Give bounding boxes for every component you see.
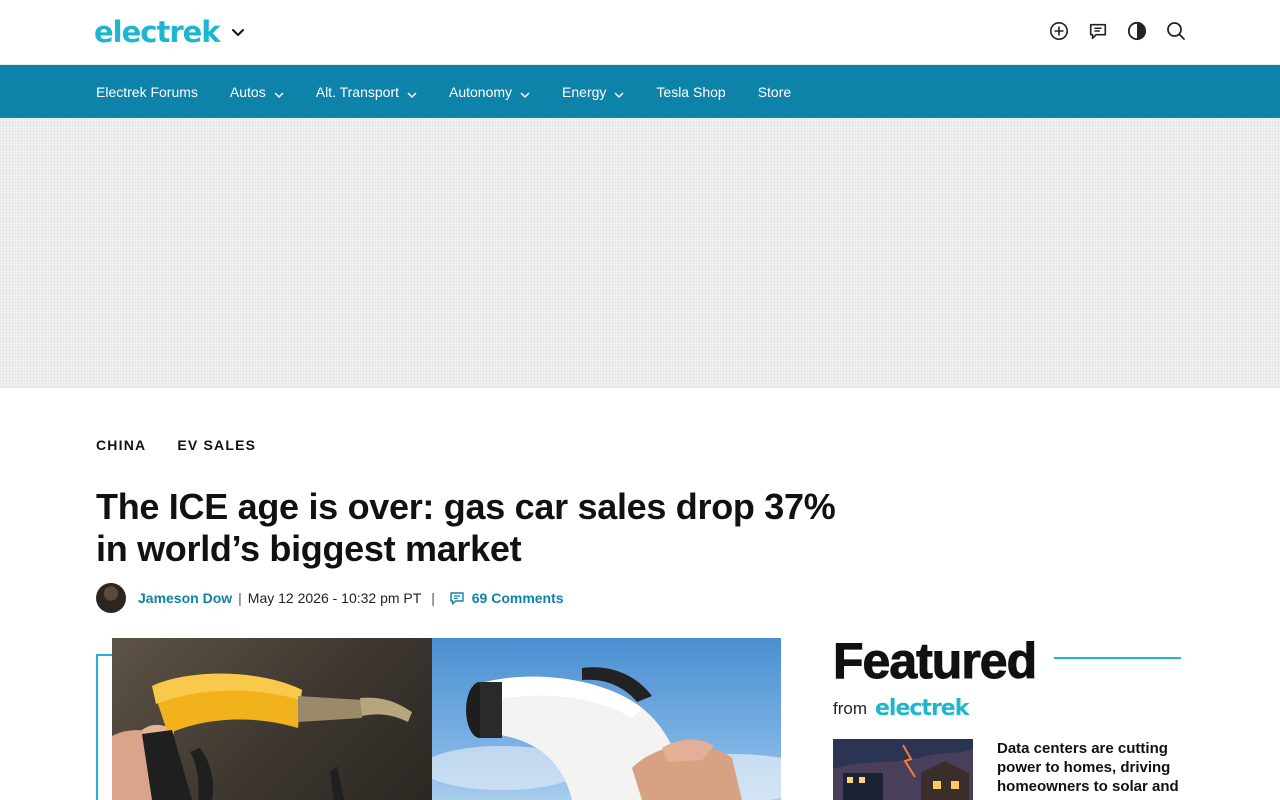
main-nav: Electrek Forums Autos Alt. Transport Aut… xyxy=(0,65,1280,118)
ev-charger-plug-image xyxy=(422,638,781,800)
comments-link[interactable]: 69 Comments xyxy=(449,590,564,606)
featured-heading: Featured xyxy=(832,633,1037,690)
nav-item-electrek-forums[interactable]: Electrek Forums xyxy=(96,65,198,118)
header-actions xyxy=(1049,20,1186,42)
nav-item-tesla-shop[interactable]: Tesla Shop xyxy=(656,65,725,118)
article-tags: CHINA EV SALES xyxy=(96,437,256,453)
featured-divider xyxy=(1054,657,1181,659)
hero-image[interactable] xyxy=(112,638,781,800)
author-avatar[interactable] xyxy=(96,583,126,613)
featured-article-title[interactable]: Data centers are cutting power to homes,… xyxy=(997,739,1187,796)
author-link[interactable]: Jameson Dow xyxy=(138,590,232,606)
byline-separator: | xyxy=(427,590,439,606)
nav-item-autos[interactable]: Autos xyxy=(230,65,284,118)
tag-china[interactable]: CHINA xyxy=(96,437,146,453)
nav-item-store[interactable]: Store xyxy=(758,65,791,118)
from-label: from xyxy=(833,698,867,718)
chevron-down-icon xyxy=(520,87,530,98)
nav-item-label: Store xyxy=(757,83,792,100)
site-header: electrek xyxy=(0,0,1280,65)
article-headline: The ICE age is over: gas car sales drop … xyxy=(96,486,836,569)
article-byline: Jameson Dow | May 12 2026 - 10:32 pm PT … xyxy=(96,583,564,613)
from-logo[interactable]: electrek xyxy=(875,696,969,721)
ad-banner[interactable] xyxy=(0,118,1280,388)
chevron-down-icon[interactable] xyxy=(230,24,246,40)
nav-item-energy[interactable]: Energy xyxy=(562,65,624,118)
nav-item-alt-transport[interactable]: Alt. Transport xyxy=(316,65,417,118)
nav-item-label: Energy xyxy=(562,83,607,100)
add-circle-icon[interactable] xyxy=(1049,20,1069,42)
chevron-down-icon xyxy=(614,87,624,98)
comments-icon xyxy=(449,590,465,606)
comments-count: 69 Comments xyxy=(471,590,564,606)
publish-date: May 12 2026 - 10:32 pm PT xyxy=(247,590,422,606)
byline-separator: | xyxy=(238,590,242,606)
nav-item-label: Tesla Shop xyxy=(656,83,726,100)
tag-ev-sales[interactable]: EV SALES xyxy=(177,437,256,453)
nav-item-label: Electrek Forums xyxy=(96,83,198,100)
site-logo[interactable]: electrek xyxy=(94,14,221,50)
chevron-down-icon xyxy=(407,87,417,98)
comments-icon[interactable] xyxy=(1088,20,1108,42)
nav-item-autonomy[interactable]: Autonomy xyxy=(449,65,530,118)
featured-thumbnail[interactable] xyxy=(833,739,973,800)
featured-from: from electrek xyxy=(833,696,969,721)
gas-pump-nozzle-image xyxy=(112,638,432,800)
nav-item-label: Autonomy xyxy=(449,83,513,100)
nav-items: Electrek Forums Autos Alt. Transport Aut… xyxy=(96,65,823,118)
nav-item-label: Alt. Transport xyxy=(315,83,399,100)
logo-text: electrek xyxy=(94,15,221,49)
chevron-down-icon xyxy=(274,87,284,98)
dark-mode-icon[interactable] xyxy=(1127,20,1147,42)
nav-item-label: Autos xyxy=(229,83,266,100)
search-icon[interactable] xyxy=(1166,20,1186,42)
